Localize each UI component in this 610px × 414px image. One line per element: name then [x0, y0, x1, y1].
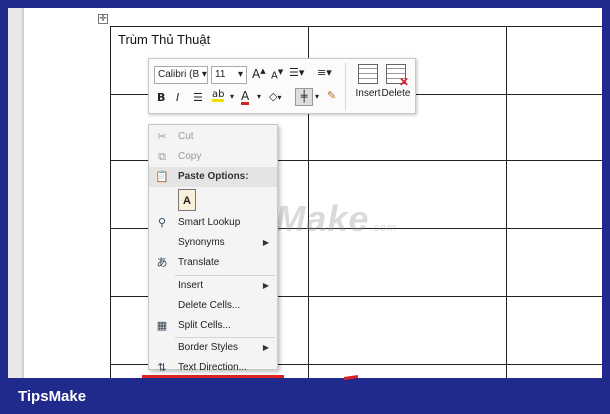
format-painter-icon[interactable]: ✎	[327, 89, 336, 102]
smart-lookup-icon: ⚲	[157, 216, 167, 229]
watermark-suffix: .com	[369, 222, 398, 234]
brand-logo-text: TipsMake	[18, 388, 87, 405]
table-border	[506, 26, 507, 378]
delete-table-icon	[386, 64, 409, 89]
table-move-icon[interactable]: ✛	[98, 14, 108, 24]
font-name-value: Calibri (B	[158, 69, 200, 80]
font-size-dropdown[interactable]: 11 ▾	[211, 66, 247, 84]
translate-icon: あ	[156, 256, 168, 269]
menu-item-insert[interactable]: Insert ▶	[149, 276, 277, 296]
font-color-icon[interactable]: A	[241, 89, 250, 105]
menu-item-label: Smart Lookup	[178, 217, 241, 228]
menu-item-label: Split Cells...	[178, 320, 231, 331]
menu-item-label: Paste Options:	[178, 171, 249, 182]
table-border	[110, 26, 602, 27]
menu-item-copy[interactable]: ⧉ Copy	[149, 147, 277, 167]
menu-item-label: Border Styles	[178, 342, 239, 353]
submenu-arrow-icon: ▶	[262, 238, 269, 247]
menu-item-translate[interactable]: あ Translate	[149, 253, 277, 273]
borders-dropdown-icon[interactable]: ▾	[315, 92, 319, 101]
cut-icon: ✂	[157, 130, 167, 143]
highlight-icon[interactable]: ab	[212, 89, 225, 102]
mini-toolbar: Calibri (B ▾ 11 ▾ A▲ A▼ ☰▾ ≡▾ B I ☰ ab ▾…	[148, 58, 416, 114]
bullets-icon[interactable]: ☰▾	[289, 66, 304, 79]
menu-item-label: Cut	[178, 131, 194, 142]
context-menu: ✂ Cut ⧉ Copy 📋 Paste Options: A ⚲ Smart …	[148, 124, 278, 374]
paste-icon: 📋	[155, 170, 169, 183]
submenu-arrow-icon: ▶	[262, 343, 269, 352]
shading-icon[interactable]: ◇▾	[269, 90, 281, 103]
menu-item-label: Text Direction...	[178, 362, 247, 373]
bold-icon[interactable]: B	[157, 91, 165, 104]
borders-icon[interactable]: ╪	[295, 88, 313, 106]
highlight-dropdown-icon[interactable]: ▾	[230, 92, 234, 101]
split-cells-icon: ▦	[156, 319, 168, 332]
delete-label: Delete	[381, 88, 411, 99]
menu-item-delete-cells[interactable]: Delete Cells...	[149, 296, 277, 316]
menu-item-smart-lookup[interactable]: ⚲ Smart Lookup	[149, 213, 277, 233]
red-underline-annotation	[142, 375, 284, 378]
menu-item-border-styles[interactable]: Border Styles ▶	[149, 338, 277, 358]
center-icon[interactable]: ☰	[193, 91, 203, 104]
delete-table-button[interactable]: Delete	[375, 61, 417, 111]
menu-item-cut[interactable]: ✂ Cut	[149, 127, 277, 147]
table-border	[110, 26, 111, 378]
paste-options-header: 📋 Paste Options:	[149, 167, 277, 187]
menu-item-label: Insert	[178, 280, 204, 291]
menu-item-synonyms[interactable]: Synonyms ▶	[149, 233, 277, 253]
italic-icon[interactable]: I	[176, 91, 179, 104]
table-cell-text[interactable]: Trùm Thủ Thuật	[118, 32, 210, 47]
menu-item-label: Translate	[178, 257, 220, 268]
menu-item-split-cells[interactable]: ▦ Split Cells...	[149, 316, 277, 336]
paste-keep-text-icon[interactable]: A	[178, 189, 196, 211]
menu-item-label: Delete Cells...	[178, 300, 241, 311]
numbering-icon[interactable]: ≡▾	[317, 66, 332, 79]
font-size-value: 11	[215, 69, 226, 80]
submenu-arrow-icon: ▶	[262, 281, 269, 290]
font-color-dropdown-icon[interactable]: ▾	[257, 92, 261, 101]
copy-icon: ⧉	[158, 150, 166, 163]
shrink-font-icon[interactable]: A▼	[271, 68, 283, 81]
toolbar-separator	[345, 63, 346, 111]
menu-item-label: Synonyms	[178, 237, 225, 248]
text-direction-icon: ⇅	[157, 361, 167, 374]
menu-item-label: Copy	[178, 151, 202, 162]
grow-font-icon[interactable]: A▲	[252, 67, 266, 81]
red-mark-annotation	[343, 375, 359, 380]
font-name-dropdown[interactable]: Calibri (B ▾	[154, 66, 208, 84]
